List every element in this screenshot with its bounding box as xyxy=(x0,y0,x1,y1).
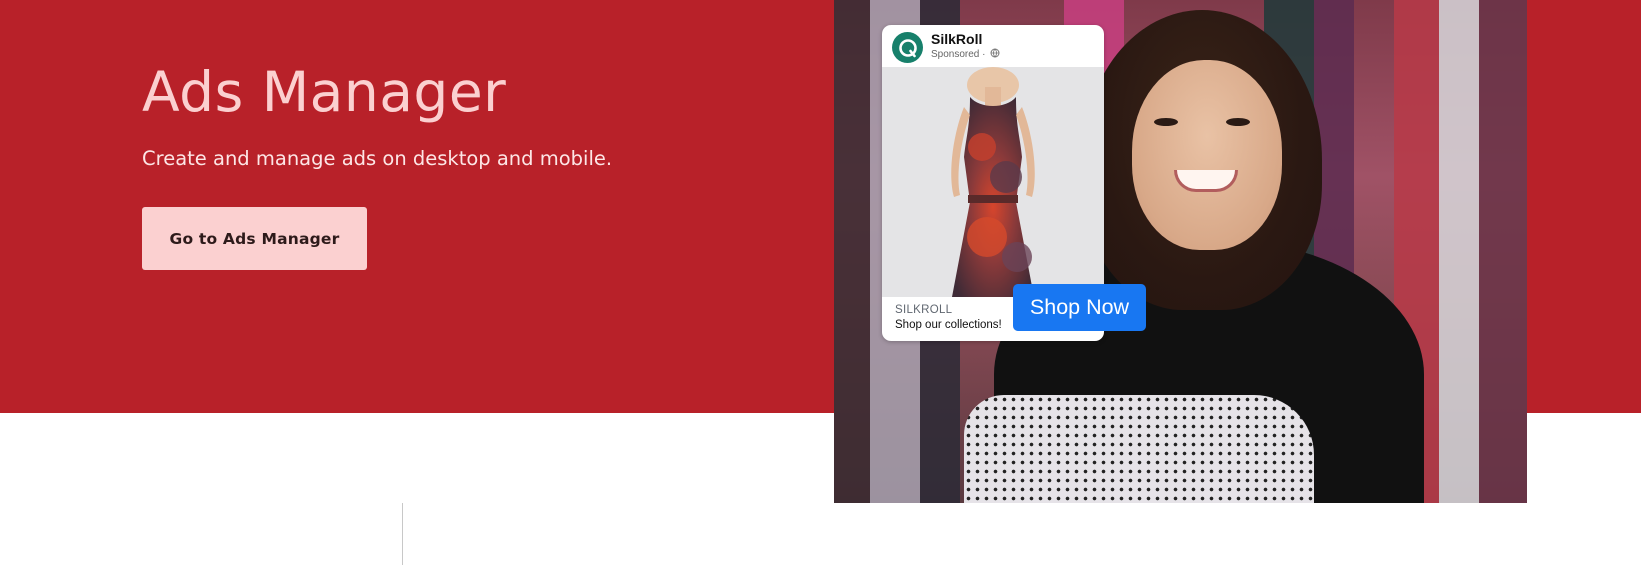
globe-icon xyxy=(990,48,1000,58)
clothing-rack xyxy=(834,0,870,503)
person-eye xyxy=(1226,118,1250,126)
person-face xyxy=(1132,60,1282,250)
brand-logo-glyph xyxy=(898,38,917,57)
clothing-rack xyxy=(1439,0,1479,503)
shop-now-button[interactable]: Shop Now xyxy=(1013,284,1146,331)
ad-product-image[interactable] xyxy=(882,67,1104,297)
go-to-ads-manager-button[interactable]: Go to Ads Manager xyxy=(142,207,367,270)
person-eye xyxy=(1154,118,1178,126)
dress-illustration xyxy=(951,67,1035,297)
page-title: Ads Manager xyxy=(142,60,507,124)
section-divider xyxy=(402,503,403,565)
ad-brand-name[interactable]: SilkRoll xyxy=(931,31,982,47)
hero-text-block: Ads Manager Create and manage ads on des… xyxy=(142,58,782,172)
ad-domain: SILKROLL xyxy=(895,304,953,316)
brand-logo-icon xyxy=(892,32,923,63)
sponsored-text: Sponsored · xyxy=(931,49,986,60)
page: Ads Manager Create and manage ads on des… xyxy=(0,0,1641,565)
ad-tagline: Shop our collections! xyxy=(895,319,1002,331)
clothing-rack xyxy=(1479,0,1527,503)
hero-subtitle: Create and manage ads on desktop and mob… xyxy=(142,147,613,170)
ad-header: SilkRoll Sponsored · xyxy=(882,25,1104,67)
sponsored-label: Sponsored · xyxy=(931,48,1000,60)
folded-fabric xyxy=(964,395,1314,503)
